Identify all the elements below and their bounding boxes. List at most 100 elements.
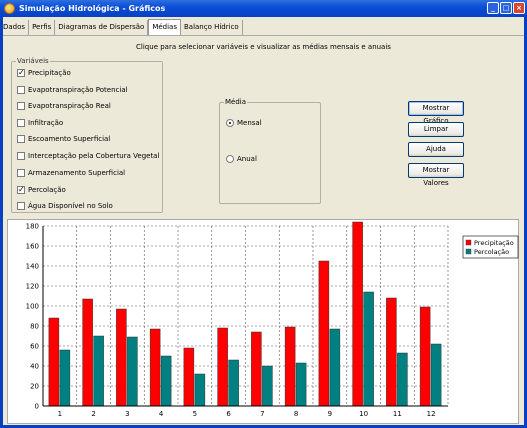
window-title: Simulação Hidrológica - Gráficos (19, 4, 166, 13)
bar-percolacao (262, 365, 273, 407)
radio-anual[interactable]: Anual (226, 155, 257, 163)
checkbox-label: Infiltração (28, 119, 64, 127)
checkbox-armazenamento-superficial[interactable]: Armazenamento Superficial (17, 169, 125, 177)
tab-strip: Dados Perfis Diagramas de Dispersão Médi… (0, 19, 243, 35)
bar-percolacao (127, 336, 138, 407)
media-legend: Média (224, 98, 248, 106)
y-tick-label: 160 (26, 243, 39, 251)
bar-precipitacao (82, 298, 93, 407)
legend-label: Precipitação (474, 239, 514, 247)
bar-percolacao (329, 328, 341, 407)
radio-dot[interactable] (226, 155, 234, 163)
bar-percolacao (228, 359, 239, 407)
checkbox-infiltracao[interactable]: Infiltração (17, 119, 63, 127)
checkbox-box[interactable] (17, 169, 25, 177)
radio-mensal[interactable]: Mensal (226, 119, 262, 127)
instruction-text: Clique para selecionar variáveis e visua… (136, 43, 391, 51)
bar-precipitacao (251, 331, 262, 407)
checkbox-evapotranspiracao-real[interactable]: Evapotranspiração Real (17, 102, 111, 110)
tab-medias[interactable]: Médias (148, 19, 181, 35)
bar-percolacao (430, 343, 442, 407)
radio-dot[interactable] (226, 119, 234, 127)
tab-dados[interactable]: Dados (0, 20, 30, 35)
x-tick-label: 10 (359, 410, 368, 418)
x-tick-label: 11 (393, 410, 402, 418)
checkbox-label: Água Disponível no Solo (28, 202, 113, 210)
checkbox-box[interactable]: ✓ (17, 69, 25, 77)
x-tick-label: 4 (159, 410, 164, 418)
y-tick-label: 120 (26, 283, 39, 291)
checkbox-precipitacao[interactable]: ✓ Precipitação (17, 69, 71, 77)
x-tick-label: 1 (58, 410, 62, 418)
x-tick-label: 7 (260, 410, 264, 418)
media-group: Média Mensal Anual (219, 98, 321, 204)
radio-label: Anual (237, 155, 257, 163)
checkbox-box[interactable] (17, 119, 25, 127)
bar-precipitacao (217, 327, 228, 407)
checkbox-label: Armazenamento Superficial (28, 169, 126, 177)
y-tick-label: 180 (26, 223, 39, 231)
checkbox-box[interactable] (17, 202, 25, 210)
bar-percolacao (93, 335, 104, 407)
bar-precipitacao (48, 317, 60, 407)
checkbox-label: Interceptação pela Cobertura Vegetal (28, 152, 160, 160)
checkbox-percolacao[interactable]: ✓ Percolação (17, 186, 66, 194)
bar-percolacao (363, 291, 374, 407)
checkbox-label: Percolação (28, 186, 66, 194)
variables-legend: Variáveis (16, 57, 50, 65)
limpar-button[interactable]: Limpar (408, 122, 464, 137)
x-tick-label: 12 (427, 410, 436, 418)
checkbox-box[interactable]: ✓ (17, 186, 25, 194)
checkbox-box[interactable] (17, 135, 25, 143)
bar-precipitacao (149, 328, 161, 407)
checkbox-interceptacao[interactable]: Interceptação pela Cobertura Vegetal (17, 152, 159, 160)
checkbox-box[interactable] (17, 152, 25, 160)
y-tick-label: 40 (30, 363, 39, 371)
checkbox-label: Precipitação (28, 69, 71, 77)
x-tick-label: 3 (125, 410, 129, 418)
minimize-button[interactable]: _ (487, 2, 499, 14)
y-tick-label: 100 (26, 303, 39, 311)
variables-group: Variáveis ✓ Precipitação Evapotranspiraçã… (11, 57, 163, 213)
tab-balanco[interactable]: Balanço Hídrico (181, 20, 243, 35)
legend-swatch (465, 248, 472, 255)
checkbox-box[interactable] (17, 102, 25, 110)
x-tick-label: 5 (193, 410, 197, 418)
x-tick-label: 6 (226, 410, 231, 418)
app-icon (4, 3, 15, 14)
x-tick-label: 2 (91, 410, 95, 418)
window-border-left (0, 17, 3, 428)
mostrar-grafico-button[interactable]: Mostrar Gráfico (408, 101, 464, 125)
legend-swatch (465, 239, 472, 246)
checkbox-box[interactable] (17, 86, 25, 94)
x-tick-label: 9 (328, 410, 332, 418)
legend-label: Percolação (474, 248, 509, 256)
radio-label: Mensal (237, 119, 262, 127)
bar-percolacao (295, 362, 307, 407)
bar-precipitacao (284, 326, 296, 407)
mostrar-valores-button[interactable]: Mostrar Valores (408, 163, 464, 187)
x-tick-label: 8 (294, 410, 298, 418)
title-bar: Simulação Hidrológica - Gráficos _ □ × (0, 0, 527, 17)
checkbox-escoamento-superficial[interactable]: Escoamento Superficial (17, 135, 110, 143)
bar-percolacao (397, 352, 408, 407)
tab-diagramas[interactable]: Diagramas de Dispersão (55, 20, 149, 35)
tab-perfis[interactable]: Perfis (29, 20, 56, 35)
y-tick-label: 60 (30, 343, 39, 351)
y-tick-label: 80 (30, 323, 39, 331)
checkbox-evapotranspiracao-potencial[interactable]: Evapotranspiração Potencial (17, 86, 128, 94)
checkbox-label: Escoamento Superficial (28, 135, 111, 143)
close-button[interactable]: × (513, 2, 525, 14)
bar-percolacao (160, 355, 172, 407)
ajuda-button[interactable]: Ajuda (408, 142, 464, 157)
checkbox-agua-disponivel[interactable]: Água Disponível no Solo (17, 202, 113, 210)
bar-precipitacao (352, 221, 363, 407)
bar-precipitacao (183, 347, 195, 407)
bar-percolacao (194, 373, 206, 407)
chart-panel: 0 20 40 60 80 100 120 140 160 180 1 2 3 4 5 6 7 8 9 10 11 12 P… (7, 219, 519, 424)
y-tick-label: 20 (30, 383, 39, 391)
bar-precipitacao (116, 308, 127, 407)
maximize-button[interactable]: □ (500, 2, 512, 14)
bar-precipitacao (419, 306, 431, 407)
bar-precipitacao (318, 260, 330, 407)
